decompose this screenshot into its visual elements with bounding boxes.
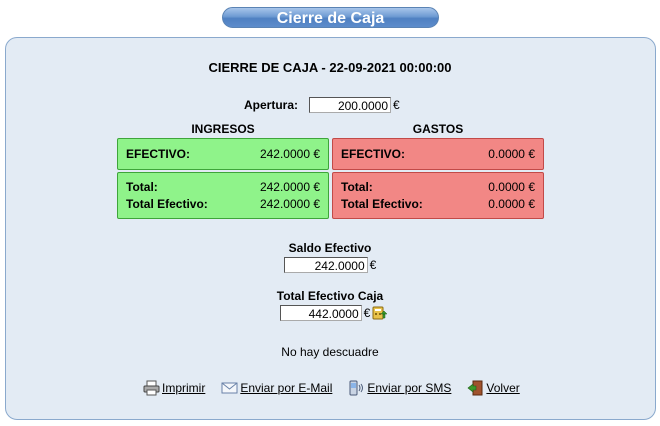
gastos-total-box: Total: 0.0000 € Total Efectivo: 0.0000 € [332,172,544,219]
gastos-efectivo-box: EFECTIVO: 0.0000 € [332,138,544,170]
sms-button[interactable]: Enviar por SMS [348,380,451,396]
action-bar: Imprimir Enviar por E-Mail Enviar por SM… [143,380,536,396]
sms-label[interactable]: Enviar por SMS [367,381,451,395]
total-caja-label: Total Efectivo Caja [0,289,660,303]
mobile-phone-icon [349,380,364,396]
gastos-title: GASTOS [412,122,464,136]
gastos-total-efectivo-label: Total Efectivo: [341,197,423,211]
status-text: No hay descuadre [281,345,379,359]
gastos-total-label: Total: [341,180,373,194]
ingresos-total-label: Total: [126,180,158,194]
exit-door-icon [467,380,483,396]
gastos-efectivo-value: 0.0000 € [488,147,535,161]
ingresos-total-value: 242.0000 € [259,180,320,194]
saldo-label-text: Saldo Efectivo [288,241,372,255]
total-caja-field[interactable]: 442.0000 [279,305,362,321]
ingresos-efectivo-box: EFECTIVO: 242.0000 € [117,138,329,170]
email-button[interactable]: Enviar por E-Mail [221,381,332,395]
gastos-total-efectivo-value: 0.0000 € [488,197,535,211]
back-button[interactable]: Volver [467,380,520,396]
ingresos-title: INGRESOS [191,122,255,136]
envelope-icon [221,382,238,394]
page-title: Cierre de Caja [222,7,439,28]
ingresos-efectivo-label: EFECTIVO: [126,147,191,161]
ingresos-efectivo-value: 242.0000 € [259,147,320,161]
print-label[interactable]: Imprimir [162,381,205,395]
ingresos-total-box: Total: 242.0000 € Total Efectivo: 242.00… [117,172,329,219]
saldo-field[interactable]: 242.0000 [283,257,368,273]
apertura-field[interactable]: 200.0000 [309,97,392,113]
ingresos-total-efectivo-value: 242.0000 € [259,197,320,211]
gastos-efectivo-label: EFECTIVO: [341,147,406,161]
total-caja-row: 442.0000 € [0,305,660,321]
total-caja-label-text: Total Efectivo Caja [276,289,384,303]
email-label[interactable]: Enviar por E-Mail [240,381,332,395]
saldo-row: 242.0000 € [0,257,660,273]
calculator-icon[interactable] [372,305,388,321]
apertura-currency: € [393,98,400,112]
apertura-label: Apertura: [244,98,299,112]
printer-icon [143,380,160,396]
back-label[interactable]: Volver [486,381,519,395]
total-caja-currency: € [363,306,371,320]
saldo-currency: € [369,258,377,272]
print-button[interactable]: Imprimir [143,380,205,396]
main-panel [5,37,656,420]
gastos-total-value: 0.0000 € [488,180,535,194]
ingresos-total-efectivo-label: Total Efectivo: [126,197,208,211]
saldo-label: Saldo Efectivo [0,241,660,255]
closing-heading: CIERRE DE CAJA - 22-09-2021 00:00:00 [208,60,452,75]
apertura-row: Apertura: 200.0000 € [244,96,400,114]
